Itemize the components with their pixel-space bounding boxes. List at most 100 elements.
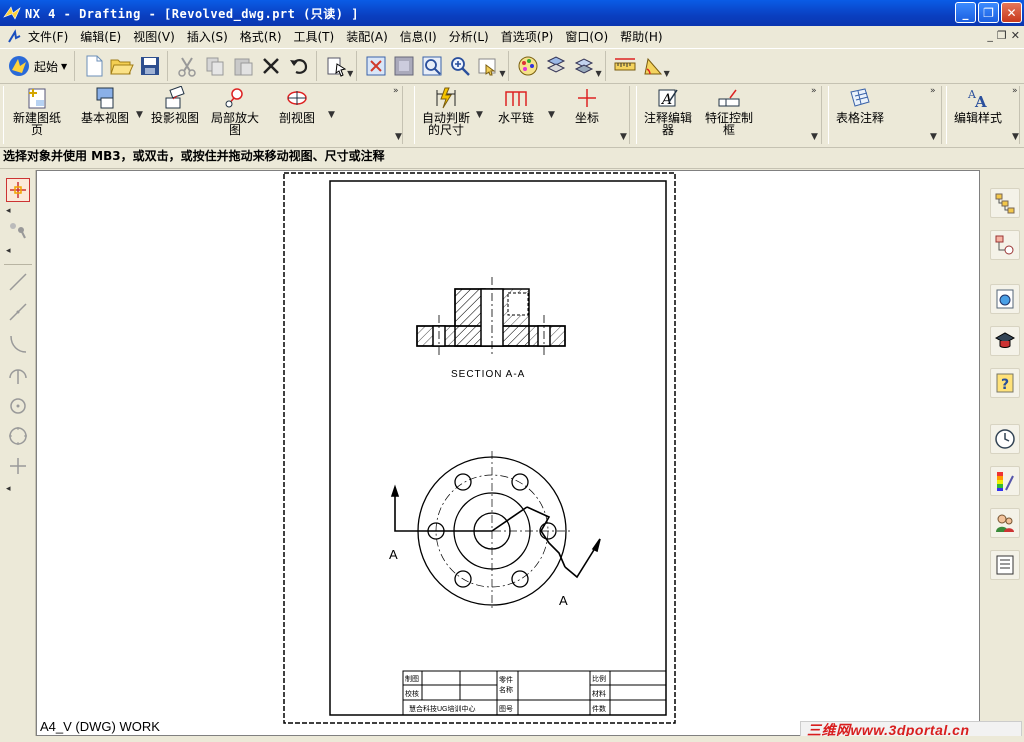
minimize-button[interactable]: _ xyxy=(955,2,976,23)
pan-icon[interactable] xyxy=(475,53,501,79)
menu-information[interactable]: 信息(I) xyxy=(394,28,443,45)
edit-display-icon[interactable] xyxy=(543,53,569,79)
menu-help[interactable]: 帮助(H) xyxy=(614,28,668,45)
paste-icon[interactable] xyxy=(230,53,256,79)
section-view-dropdown-icon[interactable]: ▼ xyxy=(328,110,335,120)
sheet-boundary xyxy=(283,172,676,724)
menu-view[interactable]: 视图(V) xyxy=(127,28,181,45)
left-dropdown-2-icon[interactable]: ◂ xyxy=(6,246,11,256)
feature-control-frame-button[interactable]: 特征控制框 xyxy=(700,86,758,136)
zoom-in-out-icon[interactable] xyxy=(447,53,473,79)
annotation-editor-button[interactable]: A 注释编辑器 xyxy=(641,86,695,136)
menu-format[interactable]: 格式(R) xyxy=(234,28,288,45)
circle-icon[interactable] xyxy=(6,424,30,448)
system-palette-icon[interactable] xyxy=(990,466,1020,496)
section-label: SECTION A-A xyxy=(451,369,525,380)
measure-angle-icon[interactable] xyxy=(640,53,666,79)
overflow-chevron-3-icon[interactable]: » xyxy=(930,86,936,96)
nx-start-icon xyxy=(9,56,29,76)
group3-dropdown-icon[interactable]: ▼ xyxy=(811,132,818,142)
show-hide-icon[interactable] xyxy=(571,53,597,79)
print-preview-icon[interactable] xyxy=(990,550,1020,580)
start-button[interactable]: 起始 ▼ xyxy=(3,54,71,78)
delete-icon[interactable] xyxy=(258,53,284,79)
roles-icon[interactable] xyxy=(990,508,1020,538)
base-view-icon xyxy=(96,87,114,109)
zoom-area-icon[interactable] xyxy=(391,53,417,79)
tb-quantity: 件数 xyxy=(592,704,606,713)
menu-edit[interactable]: 编辑(E) xyxy=(74,28,127,45)
overflow-chevron-4-icon[interactable]: » xyxy=(1012,86,1018,96)
menu-tools[interactable]: 工具(T) xyxy=(288,28,341,45)
help-icon[interactable]: ? xyxy=(990,368,1020,398)
base-view-dropdown-icon[interactable]: ▼ xyxy=(136,110,143,120)
open-folder-icon[interactable] xyxy=(109,53,135,79)
arc-icon[interactable] xyxy=(6,332,30,356)
new-sheet-icon xyxy=(28,88,46,109)
tb-material: 材料 xyxy=(592,689,606,698)
tb-scale: 比例 xyxy=(592,674,606,683)
projected-view-button[interactable]: 投影视图 xyxy=(148,86,202,124)
menu-assembly[interactable]: 装配(A) xyxy=(340,28,394,45)
fit-view-icon[interactable] xyxy=(363,53,389,79)
section-view-icon xyxy=(287,91,307,105)
group5-dropdown-icon[interactable]: ▼ xyxy=(1012,132,1019,142)
coordinate-dim-button[interactable]: 坐标 xyxy=(570,86,604,124)
menu-file[interactable]: 文件(F) xyxy=(22,28,74,45)
auto-dimension-button[interactable]: 自动判断的尺寸 xyxy=(418,86,474,136)
point-icon[interactable] xyxy=(6,454,30,478)
auto-dim-dropdown-icon[interactable]: ▼ xyxy=(476,110,483,120)
point-constructor-icon[interactable] xyxy=(6,218,30,242)
menu-preferences[interactable]: 首选项(P) xyxy=(495,28,560,45)
undo-icon[interactable] xyxy=(286,53,312,79)
overflow-chevron-1-icon[interactable]: » xyxy=(393,86,399,96)
new-file-icon[interactable] xyxy=(81,53,107,79)
circle-center-icon[interactable] xyxy=(6,394,30,418)
detail-view-button[interactable]: 局部放大图 xyxy=(206,86,264,136)
measure-distance-icon[interactable] xyxy=(612,53,638,79)
line-icon[interactable] xyxy=(6,270,30,294)
menu-window[interactable]: 窗口(O) xyxy=(559,28,614,45)
maximize-button[interactable]: ❐ xyxy=(978,2,999,23)
group2-dropdown-icon[interactable]: ▼ xyxy=(620,132,627,142)
left-dropdown-1-icon[interactable]: ◂ xyxy=(6,206,11,216)
tabular-note-button[interactable]: 表格注释 xyxy=(832,86,888,124)
coordinate-dim-icon xyxy=(578,89,596,107)
graphics-window[interactable]: SECTION A-A A A 制图 校核 慧合科技UG培训中心 零件 名称 图… xyxy=(36,170,980,736)
snap-point-icon[interactable] xyxy=(6,178,30,202)
section-view-button[interactable]: 剖视图 xyxy=(272,86,322,124)
left-toolbar: ◂ ◂ ◂ xyxy=(0,170,36,742)
web-browser-icon[interactable] xyxy=(990,284,1020,314)
left-dropdown-3-icon[interactable]: ◂ xyxy=(6,484,11,494)
mdi-restore-icon[interactable]: ❐ xyxy=(997,29,1007,42)
zoom-window-icon[interactable] xyxy=(419,53,445,79)
edit-style-button[interactable]: AA 编辑样式 xyxy=(952,86,1004,124)
menu-analysis[interactable]: 分析(L) xyxy=(443,28,495,45)
history-clock-icon[interactable] xyxy=(990,424,1020,454)
training-icon[interactable] xyxy=(990,326,1020,356)
selection-filter-icon[interactable] xyxy=(323,53,349,79)
horizontal-chain-button[interactable]: 水平链 xyxy=(494,86,538,124)
save-icon[interactable] xyxy=(137,53,163,79)
line-point-icon[interactable] xyxy=(6,300,30,324)
nx-logo-icon xyxy=(3,6,21,20)
color-palette-icon[interactable] xyxy=(515,53,541,79)
drawing-sheet: SECTION A-A A A 制图 校核 慧合科技UG培训中心 零件 名称 图… xyxy=(283,172,676,724)
part-navigator-icon[interactable] xyxy=(990,188,1020,218)
menu-insert[interactable]: 插入(S) xyxy=(181,28,234,45)
base-view-button[interactable]: 基本视图 xyxy=(74,86,136,124)
assembly-navigator-icon[interactable] xyxy=(990,230,1020,260)
group1-dropdown-icon[interactable]: ▼ xyxy=(395,132,402,142)
cut-icon[interactable] xyxy=(174,53,200,79)
group4-dropdown-icon[interactable]: ▼ xyxy=(930,132,937,142)
close-button[interactable]: ✕ xyxy=(1001,2,1022,23)
mdi-close-icon[interactable]: ✕ xyxy=(1011,29,1020,42)
mdi-minimize-icon[interactable]: _ xyxy=(987,29,993,42)
copy-icon[interactable] xyxy=(202,53,228,79)
cut-label-left: A xyxy=(389,547,398,562)
chain-dropdown-icon[interactable]: ▼ xyxy=(548,110,555,120)
tangent-arc-icon[interactable] xyxy=(6,364,30,388)
overflow-chevron-2-icon[interactable]: » xyxy=(811,86,817,96)
new-sheet-button[interactable]: 新建图纸页 xyxy=(8,86,66,136)
tabular-note-icon xyxy=(850,88,870,107)
